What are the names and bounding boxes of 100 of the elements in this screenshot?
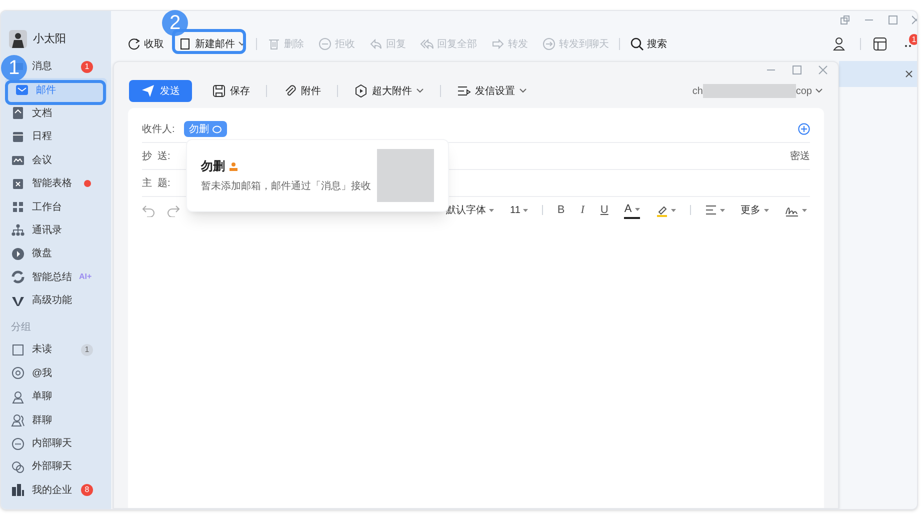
nav-item[interactable]: 未读 1 [1, 338, 111, 362]
building-icon [11, 483, 25, 498]
toolbar-button[interactable]: 新建邮件 [174, 33, 250, 55]
toolbar-button[interactable]: 收取 [123, 33, 168, 55]
nav-item[interactable]: 我的企业 8 [1, 478, 111, 502]
underline-button[interactable]: U [600, 202, 608, 218]
nav-item[interactable]: 智能表格 [1, 172, 111, 196]
person-icon [11, 390, 25, 404]
search-icon [630, 37, 644, 51]
toolbar-button[interactable]: 保存 [206, 80, 256, 102]
nav-item[interactable]: 外部聊天 [1, 455, 111, 479]
chevron-down-icon[interactable] [815, 88, 823, 94]
dropdown-button[interactable]: 发信设置 [451, 80, 533, 102]
nav-item[interactable]: 文档 [1, 102, 111, 126]
count-badge: 1 [81, 344, 93, 356]
nav-item[interactable]: 工作台 [1, 195, 111, 219]
org-chart-icon [11, 223, 25, 238]
add-icon[interactable] [798, 123, 810, 135]
send-icon [141, 84, 155, 98]
notification-badge: 8 [81, 484, 93, 496]
nav-item[interactable]: 日程 [1, 125, 111, 149]
align-icon [704, 204, 717, 216]
nav-item[interactable]: 群聊 [1, 408, 111, 432]
field-label: 抄 送: [142, 150, 172, 164]
reply-all-icon [420, 37, 434, 51]
notification-badge: 1 [909, 34, 917, 45]
at-icon [11, 366, 25, 380]
chat-bubble-icon [212, 124, 222, 134]
nav-item[interactable]: 单聊 [1, 385, 111, 408]
nav-item[interactable]: 微盘 [1, 242, 111, 266]
caret-down-icon [720, 208, 725, 212]
caret-down-icon [670, 208, 676, 212]
send-button[interactable]: 发送 [129, 80, 192, 102]
highlighter-icon [656, 204, 668, 216]
nav-item[interactable]: 智能总结 AI+ [1, 266, 111, 289]
people-icon [11, 413, 25, 428]
field-label: 主 题: [142, 176, 172, 190]
popout-icon[interactable] [840, 15, 850, 25]
maximize-icon[interactable] [792, 65, 802, 75]
chevron-down-icon [238, 41, 246, 47]
send-settings-icon [457, 84, 471, 98]
field-label: 收件人: [142, 122, 176, 136]
align-button[interactable] [704, 204, 725, 216]
bcc-link[interactable]: 密送 [790, 148, 810, 164]
account-text: cop [796, 84, 812, 98]
toolbar-button[interactable]: 搜索 [626, 33, 671, 55]
contact-note: 暂未添加邮箱，邮件通过「消息」接收 [201, 180, 371, 194]
chat-bubble-icon [11, 436, 25, 451]
toolbar-button[interactable]: 附件 [277, 80, 327, 102]
chevron-down-icon [519, 88, 527, 94]
avatar-icon[interactable] [9, 30, 27, 48]
caret-down-icon [764, 208, 769, 212]
text-color-button[interactable]: A [624, 200, 640, 220]
table-icon [11, 176, 25, 191]
chevron-down-icon [416, 88, 424, 94]
italic-button[interactable]: I [580, 202, 584, 218]
nav-item[interactable]: 内部聊天 [1, 432, 111, 456]
highlight-button[interactable] [656, 204, 676, 216]
chat-bubbles-icon [11, 460, 25, 474]
document-icon [11, 106, 25, 120]
dropdown-button[interactable]: 超大附件 [348, 80, 430, 102]
chat-forward-icon [542, 37, 556, 51]
envelope-icon [15, 83, 29, 98]
bold-button[interactable]: B [557, 202, 565, 218]
reply-icon [369, 37, 383, 51]
nav-item[interactable]: 高级功能 [1, 288, 111, 312]
account-text: ch [692, 84, 703, 98]
nav-item[interactable]: @我 [1, 362, 111, 386]
caret-down-icon [489, 208, 494, 212]
square-icon [11, 342, 25, 357]
contact-name: 勿删 [201, 158, 225, 175]
undo-icon[interactable] [142, 204, 155, 216]
more-button[interactable]: 1 [905, 36, 915, 52]
redaction-block [377, 149, 434, 202]
refresh-icon [127, 37, 141, 51]
ring-icon [11, 270, 25, 284]
calendar-icon [11, 130, 25, 144]
nav-item[interactable]: 会议 [1, 148, 111, 172]
person-icon[interactable] [832, 36, 848, 52]
ai-label: AI+ [79, 271, 92, 284]
caret-down-icon [802, 208, 807, 212]
document-icon [178, 37, 192, 51]
more-dropdown[interactable]: 更多 [740, 202, 769, 218]
nav-item[interactable]: 通讯录 [1, 218, 111, 242]
layout-icon[interactable] [873, 37, 887, 51]
person-icon [229, 162, 238, 170]
caret-down-icon [523, 208, 528, 212]
notification-badge: 1 [81, 60, 93, 73]
grid-icon [11, 200, 25, 214]
maximize-icon[interactable] [888, 15, 898, 25]
block-icon [318, 37, 332, 51]
save-icon [212, 84, 226, 98]
size-dropdown[interactable]: 11 [510, 202, 528, 218]
caret-down-icon [634, 208, 640, 210]
video-icon [11, 153, 25, 168]
paperclip-icon [283, 84, 297, 98]
redo-icon[interactable] [167, 204, 180, 216]
user-name: 小太阳 [33, 32, 66, 47]
trash-icon [267, 37, 281, 51]
close-icon[interactable] [905, 70, 913, 78]
